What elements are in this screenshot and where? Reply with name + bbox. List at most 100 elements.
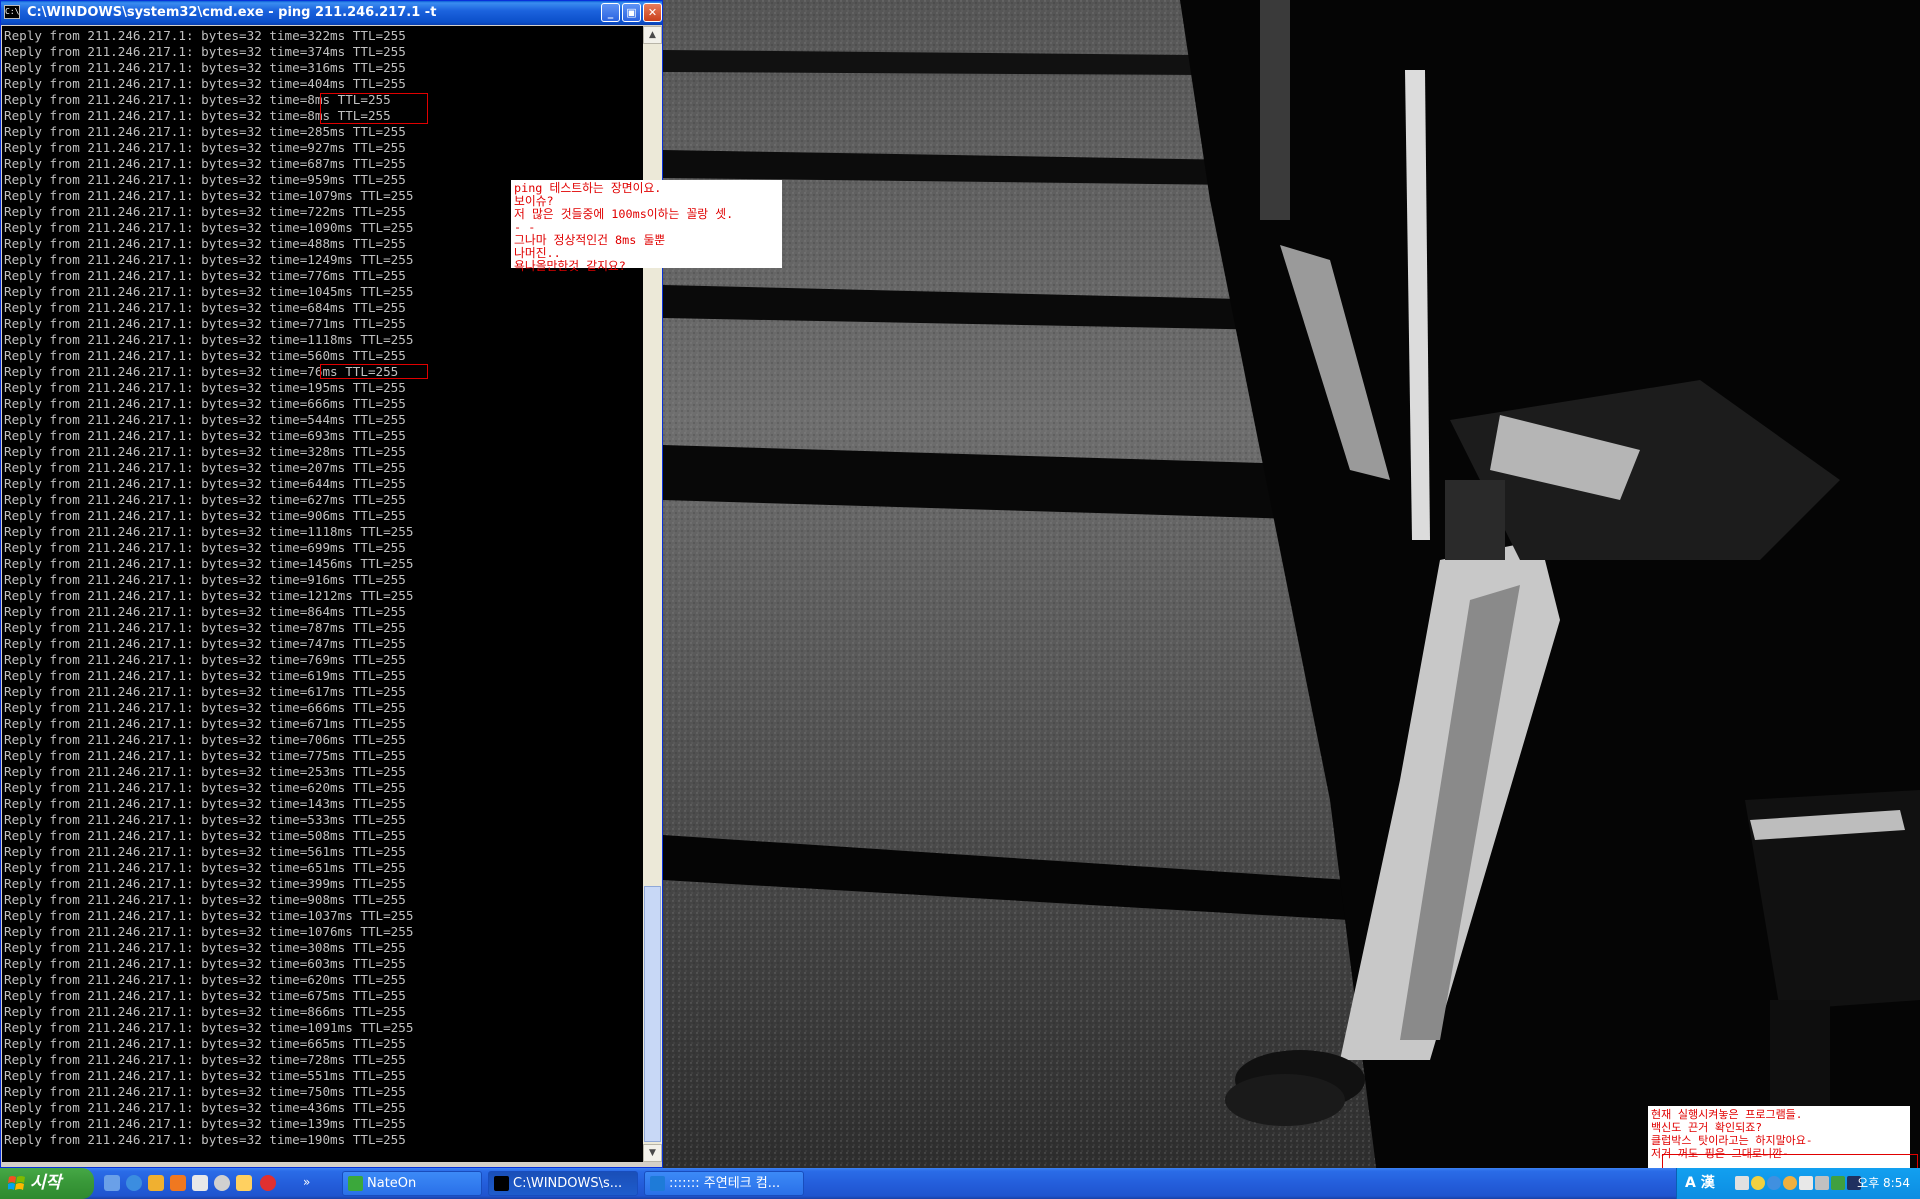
ping-reply-line: Reply from 211.246.217.1: bytes=32 time=… [4, 828, 406, 843]
clock[interactable]: 오후 8:54 [1857, 1168, 1910, 1199]
ping-reply-line: Reply from 211.246.217.1: bytes=32 time=… [4, 652, 406, 667]
ping-reply-line: Reply from 211.246.217.1: bytes=32 time=… [4, 1116, 406, 1131]
taskbar-button-label: C:\WINDOWS\s... [513, 1176, 623, 1191]
pen-icon[interactable] [236, 1175, 252, 1191]
tray-icon-5[interactable] [1799, 1176, 1813, 1190]
ping-reply-line: Reply from 211.246.217.1: bytes=32 time=… [4, 540, 406, 555]
ping-reply-line: Reply from 211.246.217.1: bytes=32 time=… [4, 508, 406, 523]
ping-reply-line: Reply from 211.246.217.1: bytes=32 time=… [4, 988, 406, 1003]
ping-reply-line: Reply from 211.246.217.1: bytes=32 time=… [4, 300, 406, 315]
taskbar-button[interactable]: NateOn [342, 1171, 482, 1196]
ie-icon[interactable] [126, 1175, 142, 1191]
ping-reply-line: Reply from 211.246.217.1: bytes=32 time=… [4, 972, 406, 987]
close-button[interactable]: ✕ [643, 3, 662, 22]
ping-reply-line: Reply from 211.246.217.1: bytes=32 time=… [4, 604, 406, 619]
ping-reply-line: Reply from 211.246.217.1: bytes=32 time=… [4, 940, 406, 955]
ping-reply-line: Reply from 211.246.217.1: bytes=32 time=… [4, 76, 406, 91]
ping-reply-line: Reply from 211.246.217.1: bytes=32 time=… [4, 444, 406, 459]
task-app-icon [650, 1176, 665, 1191]
tray-icon-2[interactable] [1751, 1176, 1765, 1190]
maximize-button[interactable]: ▣ [622, 3, 641, 22]
ping-reply-line: Reply from 211.246.217.1: bytes=32 time=… [4, 124, 406, 139]
taskbar-button-label: ::::::: 주연테크 컴... [669, 1176, 781, 1191]
windows-logo-icon [8, 1176, 25, 1190]
ping-reply-line: Reply from 211.246.217.1: bytes=32 time=… [4, 316, 406, 331]
media-icon[interactable] [148, 1175, 164, 1191]
minimize-button[interactable]: _ [601, 3, 620, 22]
ping-reply-line: Reply from 211.246.217.1: bytes=32 time=… [4, 1100, 406, 1115]
highlight-8ms-box [320, 93, 428, 124]
ime-indicator[interactable]: A 漢 [1685, 1168, 1715, 1199]
ping-reply-line: Reply from 211.246.217.1: bytes=32 time=… [4, 924, 414, 939]
messenger-icon[interactable] [170, 1175, 186, 1191]
ping-reply-line: Reply from 211.246.217.1: bytes=32 time=… [4, 700, 406, 715]
ping-reply-line: Reply from 211.246.217.1: bytes=32 time=… [4, 284, 414, 299]
ping-reply-line: Reply from 211.246.217.1: bytes=32 time=… [4, 492, 406, 507]
tray-icon-4[interactable] [1783, 1176, 1797, 1190]
player-icon[interactable] [214, 1175, 230, 1191]
taskbar: 시작 » NateOn C:\WINDOWS\s...::::::: 주연테크 컴… [0, 1168, 1920, 1199]
ping-reply-line: Reply from 211.246.217.1: bytes=32 time=… [4, 252, 414, 267]
ping-reply-line: Reply from 211.246.217.1: bytes=32 time=… [4, 44, 406, 59]
ping-annotation-note: ping 테스트하는 장면이요. 보이슈? 저 많은 것들중에 100ms이하는… [511, 180, 782, 273]
ping-reply-line: Reply from 211.246.217.1: bytes=32 time=… [4, 572, 406, 587]
ping-reply-line: Reply from 211.246.217.1: bytes=32 time=… [4, 412, 406, 427]
tray-icon-3[interactable] [1767, 1176, 1781, 1190]
taskbar-button[interactable]: ::::::: 주연테크 컴... [644, 1171, 804, 1196]
ping-reply-line: Reply from 211.246.217.1: bytes=32 time=… [4, 588, 414, 603]
scroll-up-icon[interactable]: ▲ [643, 26, 662, 44]
ping-reply-line: Reply from 211.246.217.1: bytes=32 time=… [4, 908, 414, 923]
start-button[interactable]: 시작 [0, 1168, 94, 1199]
ping-reply-line: Reply from 211.246.217.1: bytes=32 time=… [4, 812, 406, 827]
ping-reply-line: Reply from 211.246.217.1: bytes=32 time=… [4, 748, 406, 763]
ping-reply-line: Reply from 211.246.217.1: bytes=32 time=… [4, 220, 414, 235]
ping-reply-line: Reply from 211.246.217.1: bytes=32 time=… [4, 396, 406, 411]
ping-reply-line: Reply from 211.246.217.1: bytes=32 time=… [4, 796, 406, 811]
ping-reply-line: Reply from 211.246.217.1: bytes=32 time=… [4, 236, 406, 251]
ping-reply-line: Reply from 211.246.217.1: bytes=32 time=… [4, 780, 406, 795]
ping-reply-line: Reply from 211.246.217.1: bytes=32 time=… [4, 476, 406, 491]
ping-reply-line: Reply from 211.246.217.1: bytes=32 time=… [4, 204, 406, 219]
ping-reply-line: Reply from 211.246.217.1: bytes=32 time=… [4, 524, 414, 539]
cmd-window[interactable]: C:\ C:\WINDOWS\system32\cmd.exe - ping 2… [0, 0, 663, 1168]
ping-reply-line: Reply from 211.246.217.1: bytes=32 time=… [4, 172, 406, 187]
antivirus-icon[interactable] [260, 1175, 276, 1191]
ping-reply-line: Reply from 211.246.217.1: bytes=32 time=… [4, 380, 406, 395]
scrollbar-thumb[interactable] [644, 886, 661, 1142]
ping-reply-line: Reply from 211.246.217.1: bytes=32 time=… [4, 892, 406, 907]
ping-reply-line: Reply from 211.246.217.1: bytes=32 time=… [4, 156, 406, 171]
ping-reply-line: Reply from 211.246.217.1: bytes=32 time=… [4, 1004, 406, 1019]
taskbar-button-label: NateOn [367, 1176, 417, 1191]
ping-reply-line: Reply from 211.246.217.1: bytes=32 time=… [4, 1052, 406, 1067]
ping-reply-line: Reply from 211.246.217.1: bytes=32 time=… [4, 332, 414, 347]
ping-reply-line: Reply from 211.246.217.1: bytes=32 time=… [4, 956, 406, 971]
ping-reply-line: Reply from 211.246.217.1: bytes=32 time=… [4, 140, 406, 155]
tray-icon-7[interactable] [1831, 1176, 1845, 1190]
ping-reply-line: Reply from 211.246.217.1: bytes=32 time=… [4, 860, 406, 875]
desktop-icon[interactable] [104, 1175, 120, 1191]
ping-reply-line: Reply from 211.246.217.1: bytes=32 time=… [4, 876, 406, 891]
tray-icon-1[interactable] [1735, 1176, 1749, 1190]
app-icon[interactable] [192, 1175, 208, 1191]
ping-reply-line: Reply from 211.246.217.1: bytes=32 time=… [4, 268, 406, 283]
ping-reply-line: Reply from 211.246.217.1: bytes=32 time=… [4, 460, 406, 475]
title-bar[interactable]: C:\ C:\WINDOWS\system32\cmd.exe - ping 2… [1, 1, 662, 25]
start-label: 시작 [30, 1173, 62, 1193]
scroll-down-icon[interactable]: ▼ [643, 1144, 662, 1162]
window-title: C:\WINDOWS\system32\cmd.exe - ping 211.2… [27, 5, 437, 20]
more-chevron-icon[interactable]: » [303, 1175, 315, 1191]
ping-reply-line: Reply from 211.246.217.1: bytes=32 time=… [4, 844, 406, 859]
cmd-icon: C:\ [4, 5, 20, 19]
taskbar-button[interactable]: C:\WINDOWS\s... [488, 1171, 638, 1196]
ping-reply-line: Reply from 211.246.217.1: bytes=32 time=… [4, 620, 406, 635]
ping-reply-line: Reply from 211.246.217.1: bytes=32 time=… [4, 428, 406, 443]
highlight-76ms-box [320, 364, 428, 379]
ping-reply-line: Reply from 211.246.217.1: bytes=32 time=… [4, 556, 414, 571]
ping-reply-line: Reply from 211.246.217.1: bytes=32 time=… [4, 764, 406, 779]
ping-reply-line: Reply from 211.246.217.1: bytes=32 time=… [4, 188, 414, 203]
ping-reply-line: Reply from 211.246.217.1: bytes=32 time=… [4, 28, 406, 43]
ping-reply-line: Reply from 211.246.217.1: bytes=32 time=… [4, 1036, 406, 1051]
ping-reply-line: Reply from 211.246.217.1: bytes=32 time=… [4, 716, 406, 731]
task-app-icon [494, 1176, 509, 1191]
volume-icon[interactable] [1815, 1176, 1829, 1190]
